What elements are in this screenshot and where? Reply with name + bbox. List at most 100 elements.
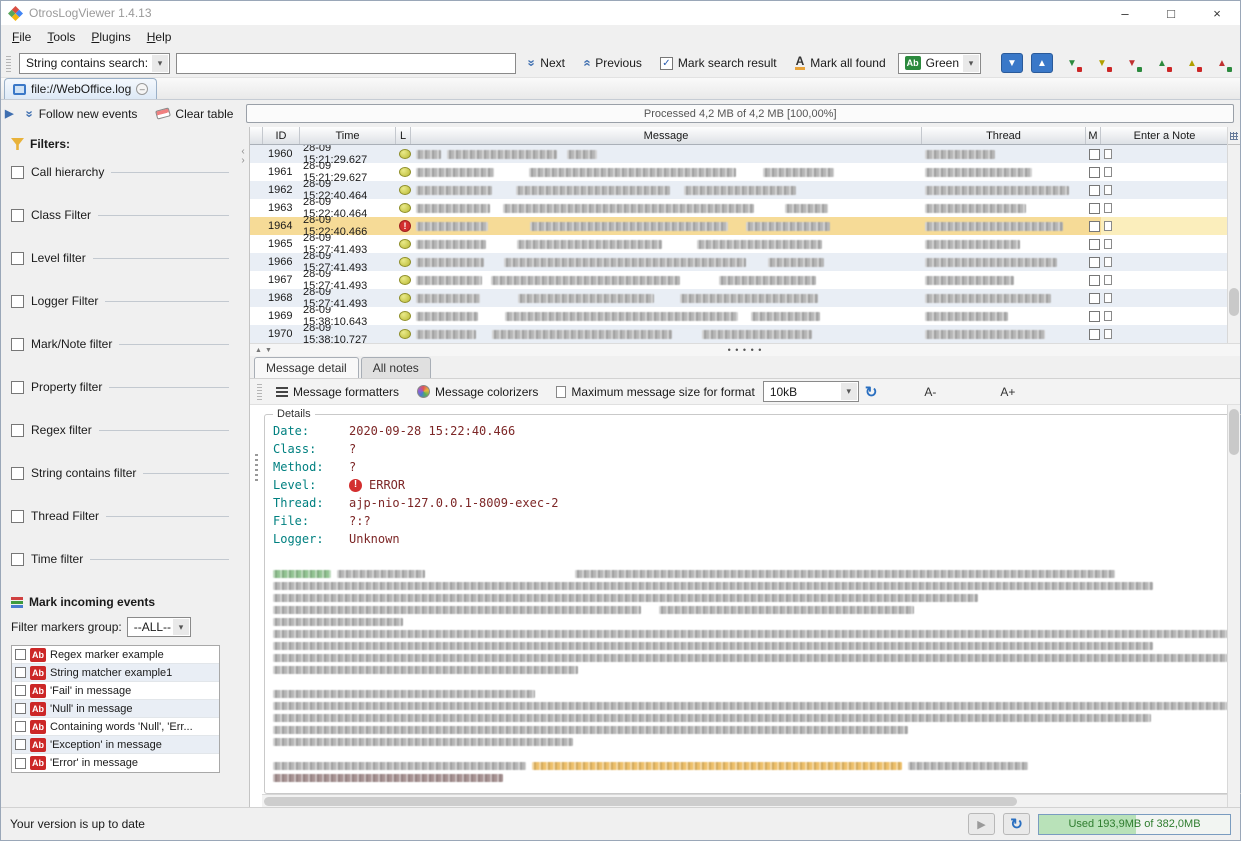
filter-string-contains-filter[interactable]: String contains filter [11,466,237,480]
checkbox-unchecked[interactable] [11,338,24,351]
detail-vscrollbar[interactable] [1227,405,1240,807]
markers-group-select[interactable]: --ALL-- ▾ [127,617,191,637]
checkbox-unchecked[interactable] [15,758,26,769]
table-row-1969[interactable]: 196928-09 15:38:10.643 [250,307,1227,325]
checkbox-unchecked[interactable] [15,721,26,732]
table-row-1968[interactable]: 196828-09 15:27:41.493 [250,289,1227,307]
column-header-message[interactable]: Message [411,127,922,144]
checkbox-unchecked[interactable] [11,424,24,437]
filter-call-hierarchy[interactable]: Call hierarchy [11,165,237,179]
table-scrollbar[interactable] [1227,127,1240,343]
table-row-1962[interactable]: 196228-09 15:22:40.464 [250,181,1227,199]
next-marked-green-button[interactable]: ▼ [1061,53,1083,73]
checkbox-unchecked[interactable] [11,166,24,179]
scrollbar-thumb[interactable] [264,797,1017,806]
detail-hscrollbar[interactable] [262,794,1227,807]
checkbox-unchecked[interactable] [15,649,26,660]
cell-note[interactable] [1101,253,1227,271]
previous-search-result-button[interactable]: ▲ [1031,53,1053,73]
close-button[interactable]: × [1194,1,1240,25]
checkbox-unchecked[interactable] [15,685,26,696]
minimize-button[interactable]: – [1102,1,1148,25]
cell-note[interactable] [1101,163,1227,181]
checkbox-unchecked[interactable] [11,209,24,222]
column-header-thread[interactable]: Thread [922,127,1086,144]
tab-all-notes[interactable]: All notes [361,357,431,378]
checkbox-unchecked[interactable] [1089,167,1100,178]
message-colorizers-button[interactable]: Message colorizers [411,382,544,402]
mark-search-result-toggle[interactable]: ✓ Mark search result [654,53,783,73]
font-decrease-button[interactable]: A- [915,383,945,401]
checkbox-unchecked[interactable] [1089,185,1100,196]
cell-note[interactable] [1101,217,1227,235]
cell-note[interactable] [1101,307,1227,325]
filter-regex-filter[interactable]: Regex filter [11,423,237,437]
cell-note[interactable] [1101,289,1227,307]
filter-level-filter[interactable]: Level filter [11,251,237,265]
cell-note[interactable] [1101,325,1227,343]
previous-marked-green-button[interactable]: ▲ [1151,53,1173,73]
clear-table-button[interactable]: Clear table [150,104,239,124]
checkbox-unchecked[interactable] [1089,203,1100,214]
checkbox-unchecked[interactable] [1089,329,1100,340]
cell-note[interactable] [1101,199,1227,217]
cell-note[interactable] [1101,235,1227,253]
refresh-icon[interactable]: ↻ [865,383,878,401]
table-row-1965[interactable]: 196528-09 15:27:41.493 [250,235,1227,253]
checkbox-unchecked[interactable] [11,467,24,480]
detail-grip[interactable] [250,405,262,807]
previous-button[interactable]: » Previous [577,53,648,73]
sidebar-splitter[interactable]: ‹ › [237,127,249,807]
checkbox-unchecked[interactable] [1089,293,1100,304]
toolbar-grip[interactable] [257,383,262,400]
marker-color-select[interactable]: Ab Green ▾ [898,53,981,74]
sync-button[interactable]: ↻ [1003,813,1030,835]
menu-tools[interactable]: Tools [39,26,83,48]
checkbox-unchecked[interactable] [11,295,24,308]
tab-weboffice-log[interactable]: file://WebOffice.log – [4,78,157,99]
message-formatters-button[interactable]: Message formatters [270,382,405,402]
checkbox-unchecked[interactable] [1089,311,1100,322]
table-row-1964[interactable]: 196428-09 15:22:40.466! [250,217,1227,235]
next-button[interactable]: » Next [522,53,571,73]
search-input[interactable] [176,53,516,74]
scrollbar-thumb[interactable] [1229,409,1239,455]
cell-note[interactable] [1101,145,1227,163]
expand-right-icon[interactable]: › [241,156,244,165]
font-increase-button[interactable]: A+ [991,383,1024,401]
filter-time-filter[interactable]: Time filter [11,552,237,566]
collapse-down-icon[interactable]: ▼ [265,347,272,354]
checkbox-unchecked[interactable] [1089,275,1100,286]
tail-button[interactable]: ▶ [968,813,995,835]
next-marked-red-button[interactable]: ▼ [1121,53,1143,73]
table-row-1967[interactable]: 196728-09 15:27:41.493 [250,271,1227,289]
cell-note[interactable] [1101,271,1227,289]
expand-right-icon[interactable]: ▶ [5,109,13,119]
marker-item-fail-in-message[interactable]: Ab'Fail' in message [12,682,219,700]
next-search-result-button[interactable]: ▼ [1001,53,1023,73]
filter-property-filter[interactable]: Property filter [11,380,237,394]
filter-logger-filter[interactable]: Logger Filter [11,294,237,308]
menu-file[interactable]: File [4,26,39,48]
checkbox-unchecked[interactable] [11,510,24,523]
column-header-m[interactable]: M [1086,127,1101,144]
checkbox-unchecked[interactable] [11,553,24,566]
marker-item-regex-marker-example[interactable]: AbRegex marker example [12,646,219,664]
checkbox-unchecked[interactable] [1089,149,1100,160]
checkbox-unchecked[interactable] [1089,239,1100,250]
mark-all-found-button[interactable]: A Mark all found [789,53,892,73]
column-header-time[interactable]: Time [300,127,396,144]
marker-item-error-in-message[interactable]: Ab'Error' in message [12,754,219,772]
max-message-size-select[interactable]: 10kB ▾ [763,381,859,402]
checkbox-unchecked[interactable] [11,381,24,394]
toolbar-grip[interactable] [6,55,11,72]
table-row-1960[interactable]: 196028-09 15:21:29.627 [250,145,1227,163]
scrollbar-track[interactable] [1228,145,1240,343]
filter-class-filter[interactable]: Class Filter [11,208,237,222]
menu-help[interactable]: Help [139,26,180,48]
checkbox-unchecked[interactable] [15,703,26,714]
scrollbar-thumb[interactable] [1229,288,1239,316]
table-row-1966[interactable]: 196628-09 15:27:41.493 [250,253,1227,271]
marker-item-containing-words-null-err[interactable]: AbContaining words 'Null', 'Err... [12,718,219,736]
column-header-enter-a-note[interactable]: Enter a Note [1101,127,1229,144]
